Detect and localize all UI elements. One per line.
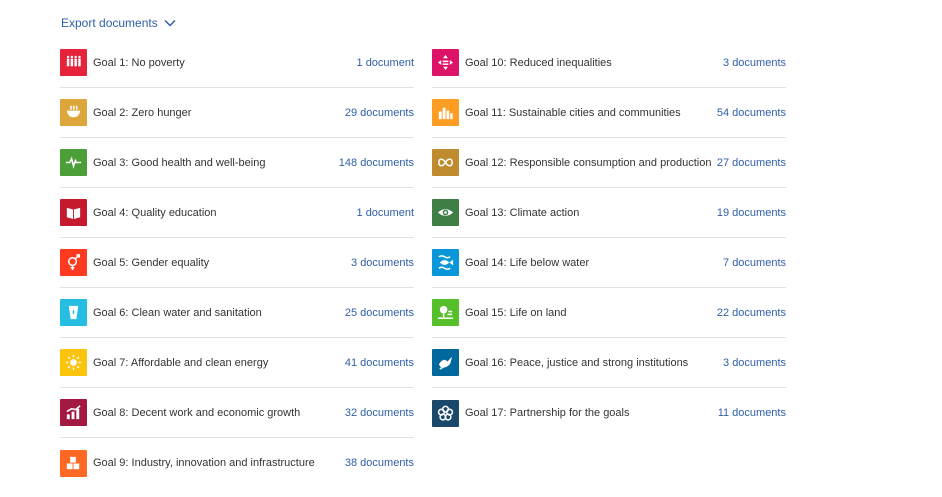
goal-label: Goal 16: Peace, justice and strong insti… — [465, 356, 689, 369]
goal-label: Goal 9: Industry, innovation and infrast… — [93, 457, 315, 469]
goal-label: Goal 7: Affordable and clean energy — [93, 356, 269, 369]
city-icon — [432, 99, 459, 126]
goal-row[interactable]: Goal 4: Quality education 1 document — [60, 188, 414, 238]
goal-document-count[interactable]: 32 documents — [345, 407, 414, 419]
goal-label: Goal 14: Life below water — [465, 256, 590, 269]
goal-label: Goal 5: Gender equality — [93, 256, 210, 269]
goal-row[interactable]: Goal 12: Responsible consumption and pro… — [432, 138, 786, 188]
goal-row[interactable]: Goal 2: Zero hunger 29 documents — [60, 88, 414, 138]
goal-document-count[interactable]: 1 document — [357, 207, 414, 219]
goal-row[interactable]: Goal 1: No poverty 1 document — [60, 38, 414, 88]
goal-row[interactable]: Goal 7: Affordable and clean energy 41 d… — [60, 338, 414, 388]
goal-row[interactable]: Goal 3: Good health and well-being 148 d… — [60, 138, 414, 188]
goal-document-count[interactable]: 7 documents — [723, 257, 786, 269]
goal-document-count[interactable]: 19 documents — [717, 207, 786, 219]
goal-document-count[interactable]: 29 documents — [345, 107, 414, 119]
goal-document-count[interactable]: 148 documents — [339, 157, 414, 169]
fish-icon — [432, 249, 459, 276]
goal-label: Goal 2: Zero hunger — [93, 106, 192, 119]
goal-label: Goal 12: Responsible consumption and pro… — [465, 156, 712, 169]
export-documents-label: Export documents — [61, 16, 158, 30]
goal-label: Goal 3: Good health and well-being — [93, 156, 266, 169]
export-documents-button[interactable]: Export documents — [61, 15, 176, 31]
goal-row[interactable]: Goal 6: Clean water and sanitation 25 do… — [60, 288, 414, 338]
goal-row[interactable]: Goal 17: Partnership for the goals 11 do… — [432, 388, 786, 438]
goal-label: Goal 17: Partnership for the goals — [465, 407, 630, 419]
goal-row[interactable]: Goal 15: Life on land 22 documents — [432, 288, 786, 338]
equality-icon — [432, 49, 459, 76]
goal-row[interactable]: Goal 8: Decent work and economic growth … — [60, 388, 414, 438]
infinity-icon — [432, 149, 459, 176]
gender-icon — [60, 249, 87, 276]
goal-row[interactable]: Goal 5: Gender equality 3 documents — [60, 238, 414, 288]
bowl-icon — [60, 99, 87, 126]
goal-label: Goal 11: Sustainable cities and communit… — [465, 106, 681, 119]
goal-label: Goal 13: Climate action — [465, 206, 580, 219]
goal-document-count[interactable]: 3 documents — [723, 57, 786, 69]
heartbeat-icon — [60, 149, 87, 176]
goal-row[interactable]: Goal 14: Life below water 7 documents — [432, 238, 786, 288]
goal-document-count[interactable]: 38 documents — [345, 457, 414, 469]
goal-row[interactable]: Goal 10: Reduced inequalities 3 document… — [432, 38, 786, 88]
dove-icon — [432, 349, 459, 376]
sun-icon — [60, 349, 87, 376]
goal-label: Goal 10: Reduced inequalities — [465, 56, 612, 69]
goal-label: Goal 6: Clean water and sanitation — [93, 306, 262, 319]
goal-row[interactable]: Goal 11: Sustainable cities and communit… — [432, 88, 786, 138]
goal-row[interactable]: Goal 9: Industry, innovation and infrast… — [60, 438, 414, 488]
goal-document-count[interactable]: 22 documents — [717, 307, 786, 319]
goals-column-left: Goal 1: No poverty 1 document Goal 2: Ze… — [60, 38, 414, 488]
people-icon — [60, 49, 87, 76]
growth-chart-icon — [60, 399, 87, 426]
goal-label: Goal 4: Quality education — [93, 206, 217, 219]
flower-icon — [432, 399, 459, 427]
eye-globe-icon — [432, 199, 459, 226]
goal-document-count[interactable]: 25 documents — [345, 307, 414, 319]
tree-icon — [432, 299, 459, 326]
goal-document-count[interactable]: 11 documents — [718, 407, 786, 419]
goal-row[interactable]: Goal 16: Peace, justice and strong insti… — [432, 338, 786, 388]
goal-label: Goal 8: Decent work and economic growth — [93, 406, 301, 419]
goal-label: Goal 1: No poverty — [93, 56, 185, 69]
goal-row[interactable]: Goal 13: Climate action 19 documents — [432, 188, 786, 238]
goals-column-right: Goal 10: Reduced inequalities 3 document… — [432, 38, 786, 438]
water-glass-icon — [60, 299, 87, 326]
goal-document-count[interactable]: 27 documents — [717, 157, 786, 169]
goal-label: Goal 15: Life on land — [465, 306, 567, 319]
cubes-icon — [60, 449, 87, 477]
goal-document-count[interactable]: 54 documents — [717, 107, 786, 119]
goal-document-count[interactable]: 1 document — [357, 57, 414, 69]
goal-document-count[interactable]: 41 documents — [345, 357, 414, 369]
chevron-down-icon — [164, 19, 176, 27]
goal-document-count[interactable]: 3 documents — [351, 257, 414, 269]
goal-document-count[interactable]: 3 documents — [723, 357, 786, 369]
book-icon — [60, 199, 87, 226]
